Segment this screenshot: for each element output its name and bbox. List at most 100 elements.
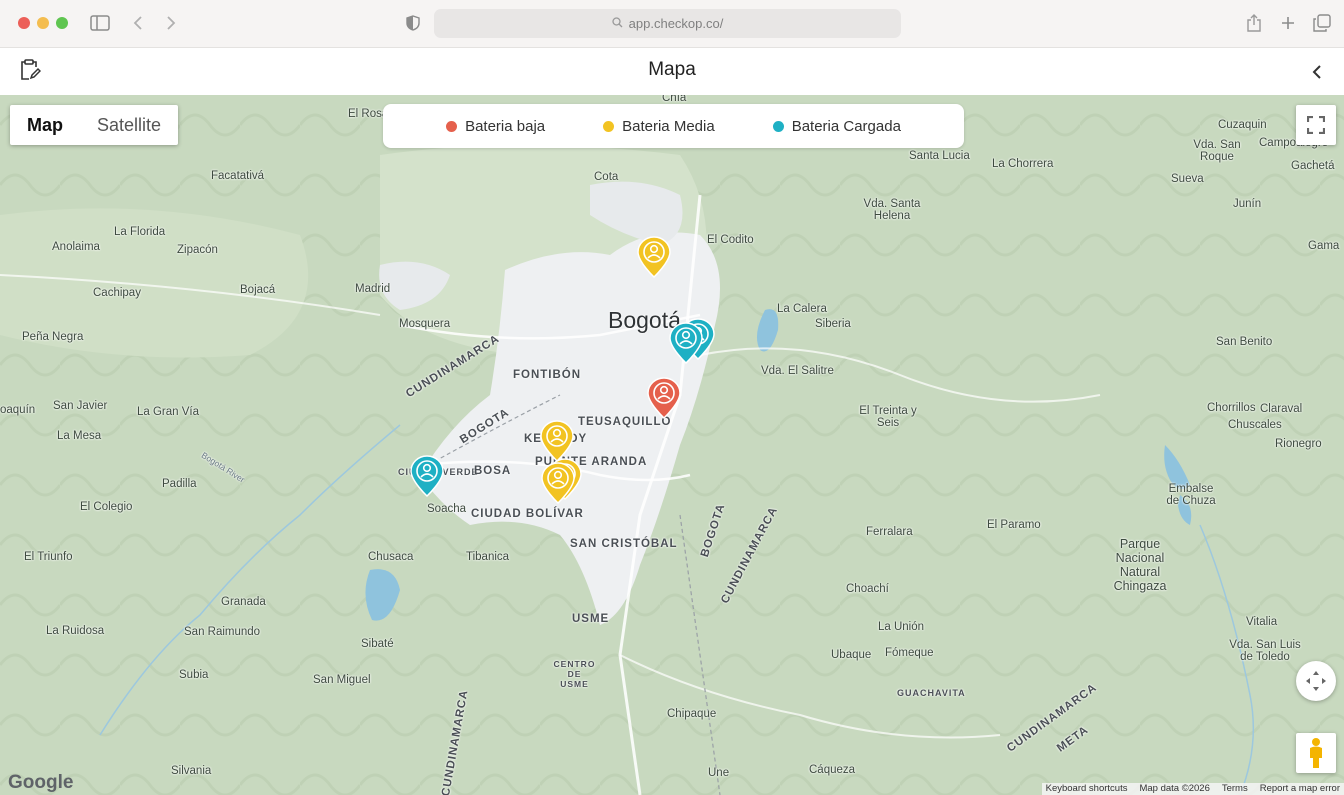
address-bar[interactable]: app.checkop.co/ bbox=[434, 9, 901, 38]
map-label-centro-usme: CENTRO DE USME bbox=[553, 659, 596, 689]
map-label-sueva: Sueva bbox=[1171, 173, 1204, 185]
map-label-el-codito: El Codito bbox=[707, 234, 754, 246]
legend-item-charged: Bateria Cargada bbox=[772, 118, 901, 135]
map-label-cachipay: Cachipay bbox=[93, 287, 141, 299]
close-window-button[interactable] bbox=[18, 17, 30, 29]
map-pin-marker[interactable] bbox=[668, 321, 704, 365]
map-pin-marker[interactable] bbox=[636, 235, 672, 279]
map-label-santa-lucia: Santa Lucia bbox=[909, 150, 970, 162]
map-label-anolaima: Anolaima bbox=[52, 241, 100, 253]
location-pin-icon bbox=[637, 236, 671, 279]
map-label-subia: Subia bbox=[179, 669, 209, 681]
legend-item-low: Bateria baja bbox=[446, 118, 545, 135]
location-pin-icon bbox=[410, 455, 444, 498]
map-label-chia: Chía bbox=[662, 95, 687, 104]
map-label-el-triunfo: El Triunfo bbox=[24, 551, 73, 563]
pegman-icon bbox=[1310, 738, 1322, 768]
report-error-link[interactable]: Report a map error bbox=[1260, 783, 1340, 795]
map-label-cuzaquin: Cuzaquin bbox=[1218, 119, 1267, 131]
street-view-button[interactable] bbox=[1296, 733, 1336, 773]
keyboard-shortcuts-link[interactable]: Keyboard shortcuts bbox=[1046, 783, 1128, 795]
move-arrows-icon bbox=[1306, 671, 1326, 691]
forward-icon[interactable] bbox=[160, 12, 182, 34]
map-label-san-benito: San Benito bbox=[1216, 336, 1273, 348]
map-label-gama: Gama bbox=[1308, 240, 1340, 252]
map-label-parque-chingaza: Parque Nacional Natural Chingaza bbox=[1113, 537, 1167, 593]
map-label-la-calera: La Calera bbox=[777, 303, 827, 315]
map-type-map-button[interactable]: Map bbox=[10, 105, 80, 145]
share-icon[interactable] bbox=[1243, 12, 1265, 34]
location-pin-icon bbox=[669, 322, 703, 365]
map-label-vda-santa-helena: Vda. Santa Helena bbox=[863, 198, 921, 222]
map-label-ferralara: Ferralara bbox=[866, 526, 913, 538]
map-label-guachavita: GUACHAVITA bbox=[897, 688, 966, 698]
map-label-la-gran-via: La Gran Vía bbox=[137, 406, 200, 418]
map-data-text: Map data ©2026 bbox=[1139, 783, 1210, 794]
map-label-padilla: Padilla bbox=[162, 478, 197, 490]
map-label-rionegro: Rionegro bbox=[1275, 438, 1322, 450]
map-label-san-miguel: San Miguel bbox=[313, 674, 371, 686]
url-text: app.checkop.co/ bbox=[628, 16, 724, 31]
map-label-el-colegio: El Colegio bbox=[80, 501, 133, 513]
new-tab-icon[interactable] bbox=[1277, 12, 1299, 34]
map-label-embalse-chuza: Embalse de Chuza bbox=[1166, 483, 1216, 507]
map-pin-marker[interactable] bbox=[409, 454, 445, 498]
map-label-vda-san-roque: Vda. San Roque bbox=[1193, 139, 1241, 163]
map-attribution: Keyboard shortcuts Map data ©2026 Terms … bbox=[1041, 783, 1344, 795]
page-title: Mapa bbox=[648, 59, 696, 80]
map-label-soacha: Soacha bbox=[427, 503, 467, 515]
map-label-la-mesa: La Mesa bbox=[57, 430, 102, 442]
map-label-silvania: Silvania bbox=[171, 765, 212, 777]
fullscreen-icon bbox=[1307, 116, 1325, 134]
privacy-shield-icon[interactable] bbox=[402, 12, 424, 34]
map-label-la-chorrera: La Chorrera bbox=[992, 158, 1054, 170]
map-label-cota: Cota bbox=[594, 171, 619, 183]
fullscreen-button[interactable] bbox=[1296, 105, 1336, 145]
map-label-el-paramo: El Paramo bbox=[987, 519, 1041, 531]
battery-legend: Bateria baja Bateria Media Bateria Carga… bbox=[383, 104, 964, 148]
google-logo: Google bbox=[8, 772, 74, 793]
map-label-san-javier: San Javier bbox=[53, 400, 108, 412]
location-pin-icon bbox=[541, 462, 575, 505]
map-label-tibanica: Tibanica bbox=[466, 551, 510, 563]
map-type-control: Map Satellite bbox=[10, 105, 179, 145]
legend-label: Bateria baja bbox=[465, 117, 546, 135]
map-label-la-florida: La Florida bbox=[114, 226, 166, 238]
map-label-mosquera: Mosquera bbox=[399, 318, 451, 330]
legend-item-medium: Bateria Media bbox=[603, 118, 715, 135]
map-label-siberia: Siberia bbox=[815, 318, 851, 330]
map-label-san-raimundo: San Raimundo bbox=[184, 626, 261, 638]
map-label-bosa: BOSA bbox=[474, 465, 512, 477]
map-pin-marker[interactable] bbox=[540, 461, 576, 505]
map-type-satellite-button[interactable]: Satellite bbox=[80, 105, 178, 145]
map-label-el-treinta: El Treinta y Seis bbox=[859, 405, 917, 429]
map-label-joaquin: oaquín bbox=[0, 404, 36, 416]
map-label-sibate: Sibaté bbox=[361, 638, 394, 650]
sidebar-toggle-icon[interactable] bbox=[89, 12, 111, 34]
map-label-chusaca: Chusaca bbox=[368, 551, 414, 563]
status-dot-icon bbox=[446, 120, 458, 132]
map-label-une: Une bbox=[708, 767, 730, 779]
map-label-facatativa: Facatativá bbox=[211, 170, 265, 182]
map-label-chipaque: Chipaque bbox=[667, 708, 717, 720]
map-label-chuscales: Chuscales bbox=[1228, 419, 1282, 431]
map-label-ciudad-bolivar: CIUDAD BOLÍVAR bbox=[471, 508, 584, 520]
back-icon[interactable] bbox=[127, 12, 149, 34]
map-label-choachi: Choachí bbox=[846, 583, 889, 595]
map-label-vda-san-luis: Vda. San Luis de Toledo bbox=[1229, 639, 1301, 663]
minimize-window-button[interactable] bbox=[37, 17, 49, 29]
map-canvas[interactable]: Chía El Rosa Cota Facatativá La Florida … bbox=[0, 95, 1344, 795]
browser-toolbar: app.checkop.co/ bbox=[0, 0, 1344, 48]
map-pin-marker[interactable] bbox=[646, 376, 682, 420]
camera-control-button[interactable] bbox=[1296, 661, 1336, 701]
map-label-madrid: Madrid bbox=[355, 283, 391, 295]
location-pin-icon bbox=[647, 377, 681, 420]
chevron-left-icon[interactable] bbox=[1307, 62, 1327, 82]
tab-overview-icon[interactable] bbox=[1311, 12, 1333, 34]
terms-link[interactable]: Terms bbox=[1222, 783, 1248, 795]
map-label-usme: USME bbox=[572, 613, 610, 625]
map-label-fomeque: Fómeque bbox=[885, 647, 934, 659]
map-label-san-cristobal: SAN CRISTÓBAL bbox=[570, 538, 678, 550]
zoom-window-button[interactable] bbox=[56, 17, 68, 29]
map-label-zipacon: Zipacón bbox=[177, 244, 218, 256]
